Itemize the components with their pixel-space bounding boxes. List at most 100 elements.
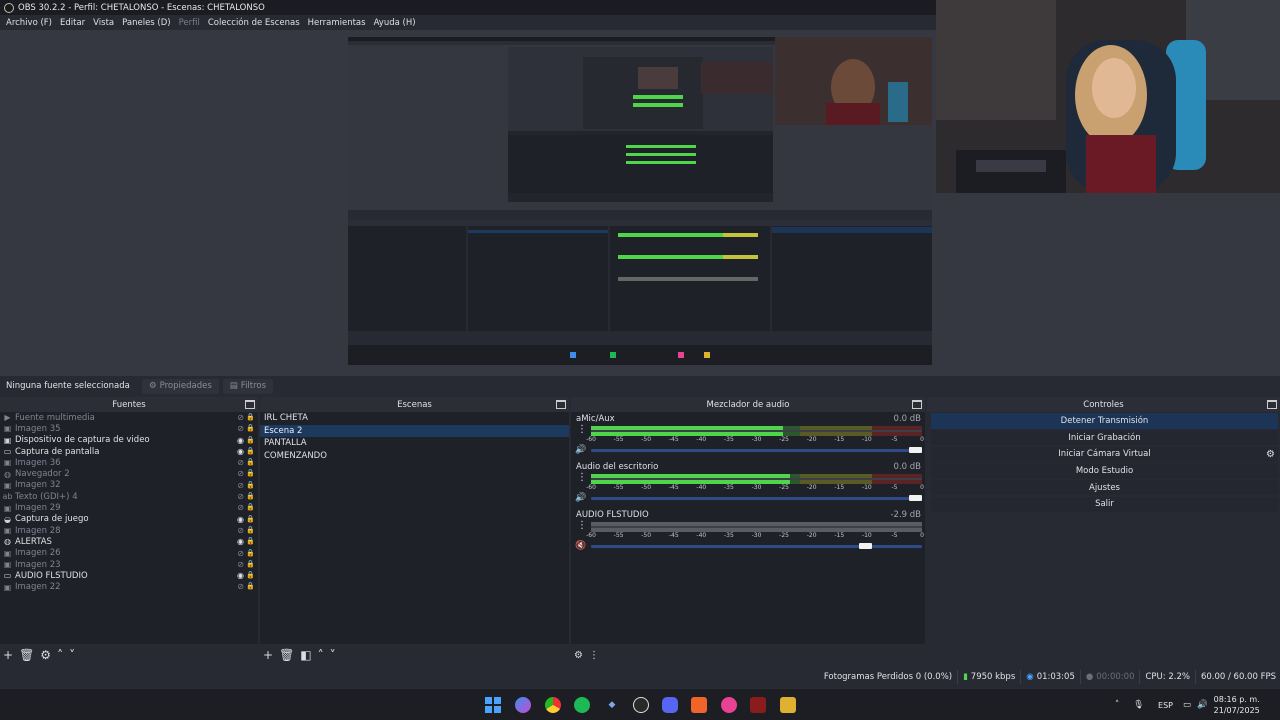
lock-icon[interactable]: 🔒 [246,503,255,511]
obs-icon[interactable] [633,697,649,713]
discord-icon[interactable] [662,697,678,713]
lock-icon[interactable]: 🔒 [246,424,255,432]
eye-icon[interactable]: ◉ [237,447,244,456]
add-scene-icon[interactable]: + [263,648,273,662]
source-item[interactable]: ▭ Captura de pantalla ◉ 🔒 [0,446,258,457]
mixer-menu-icon[interactable]: ⋮ [589,650,599,661]
lock-icon[interactable]: 🔒 [246,582,255,590]
advanced-audio-icon[interactable]: ⚙ [574,650,583,661]
filters-button[interactable]: ▤ Filtros [222,378,274,394]
source-item[interactable]: ▣ Imagen 36 ⊘ 🔒 [0,457,258,468]
eye-hidden-icon[interactable]: ⊘ [237,503,244,512]
spotify-icon[interactable] [574,697,590,713]
scene-item[interactable]: IRL CHETA [260,412,569,425]
chrome-icon[interactable] [545,697,561,713]
channel-menu-icon[interactable]: ⋮ [577,425,587,435]
undock-icon[interactable] [1267,400,1277,409]
gear-icon[interactable]: ⚙ [1266,449,1275,460]
control-button[interactable]: Detener Transmisión [931,413,1278,429]
preview-canvas[interactable] [348,37,932,365]
move-up-icon[interactable]: ˄ [318,648,324,662]
control-button[interactable]: Ajustes [931,479,1278,496]
network-icon[interactable]: ▭ [1183,700,1191,710]
lock-icon[interactable]: 🔒 [246,537,255,545]
source-item[interactable]: ▣ Dispositivo de captura de video ◉ 🔒 [0,435,258,446]
volume-icon[interactable]: 🔊 [1197,700,1208,710]
volume-slider[interactable] [591,447,922,453]
source-item[interactable]: ▣ Imagen 22 ⊘ 🔒 [0,581,258,592]
eye-hidden-icon[interactable]: ⊘ [237,582,244,591]
scene-item[interactable]: Escena 2 [260,424,569,437]
lock-icon[interactable]: 🔒 [246,436,255,444]
lock-icon[interactable]: 🔒 [246,515,255,523]
menu-view[interactable]: Vista [89,18,118,28]
remove-source-icon[interactable]: 🗑 [19,648,34,662]
menu-profile[interactable]: Perfil [175,18,204,28]
lock-icon[interactable]: 🔒 [246,469,255,477]
scene-filters-icon[interactable]: ◧ [300,648,311,662]
move-down-icon[interactable]: ˅ [330,648,336,662]
windows-start-icon[interactable] [485,697,501,713]
scene-item[interactable]: COMENZANDO [260,450,569,463]
lock-icon[interactable]: 🔒 [246,481,255,489]
volume-slider-handle[interactable] [859,543,873,549]
fl-studio-icon[interactable] [750,697,766,713]
microphone-icon[interactable]: 🎙 [1133,700,1144,710]
source-item[interactable]: ▣ Imagen 35 ⊘ 🔒 [0,423,258,434]
channel-menu-icon[interactable]: ⋮ [577,521,587,531]
source-item[interactable]: ▣ Imagen 26 ⊘ 🔒 [0,548,258,559]
source-item[interactable]: ◍ ALERTAS ◉ 🔒 [0,536,258,547]
properties-button[interactable]: ⚙ Propiedades [142,378,219,394]
copilot-icon[interactable] [515,697,531,713]
undock-icon[interactable] [912,400,922,409]
speaker-icon[interactable]: 🔊 [575,493,586,503]
eye-hidden-icon[interactable]: ⊘ [237,424,244,433]
lock-icon[interactable]: 🔒 [246,571,255,579]
eye-icon[interactable]: ◉ [237,537,244,546]
eye-icon[interactable]: ◉ [237,515,244,524]
lock-icon[interactable]: 🔒 [246,526,255,534]
menu-tools[interactable]: Herramientas [304,18,370,28]
eye-hidden-icon[interactable]: ⊘ [237,526,244,535]
lock-icon[interactable]: 🔒 [246,549,255,557]
source-item[interactable]: ▣ Imagen 28 ⊘ 🔒 [0,525,258,536]
eye-hidden-icon[interactable]: ⊘ [237,560,244,569]
remove-scene-icon[interactable]: 🗑 [279,648,294,662]
menu-docks[interactable]: Paneles (D) [118,18,174,28]
source-item[interactable]: ▭ AUDIO FLSTUDIO ◉ 🔒 [0,570,258,581]
source-item[interactable]: ab Texto (GDI+) 4 ⊘ 🔒 [0,491,258,502]
osu-icon[interactable] [721,697,737,713]
speaker-muted-icon[interactable]: 🔇 [575,541,586,551]
undock-icon[interactable] [556,400,566,409]
speaker-icon[interactable]: 🔊 [575,445,586,455]
language-indicator[interactable]: ESP [1158,701,1173,710]
add-source-icon[interactable]: + [3,648,13,662]
move-up-icon[interactable]: ˄ [57,648,63,662]
source-properties-icon[interactable]: ⚙ [40,648,51,662]
tool-icon[interactable]: ◆ [604,697,620,713]
volume-slider[interactable] [591,495,922,501]
lock-icon[interactable]: 🔒 [246,492,255,500]
source-item[interactable]: ◍ Navegador 2 ⊘ 🔒 [0,468,258,479]
eye-hidden-icon[interactable]: ⊘ [237,492,244,501]
move-down-icon[interactable]: ˅ [69,648,75,662]
menu-file[interactable]: Archivo (F) [2,18,56,28]
eye-hidden-icon[interactable]: ⊘ [237,549,244,558]
menu-edit[interactable]: Editar [56,18,89,28]
eye-icon[interactable]: ◉ [237,436,244,445]
control-button[interactable]: Iniciar Grabación [931,429,1278,446]
tray-chevron-icon[interactable]: ˄ [1115,700,1119,710]
eye-hidden-icon[interactable]: ⊘ [237,413,244,422]
control-button[interactable]: Iniciar Cámara Virtual ⚙ [931,446,1278,463]
control-button[interactable]: Salir [931,496,1278,513]
lock-icon[interactable]: 🔒 [246,447,255,455]
menu-help[interactable]: Ayuda (H) [370,18,420,28]
lock-icon[interactable]: 🔒 [246,413,255,421]
lock-icon[interactable]: 🔒 [246,560,255,568]
brave-icon[interactable] [691,697,707,713]
menu-scene-collection[interactable]: Colección de Escenas [204,18,304,28]
volume-slider-handle[interactable] [909,447,922,453]
volume-slider-handle[interactable] [909,495,922,501]
source-item[interactable]: ▶ Fuente multimedia ⊘ 🔒 [0,412,258,423]
eye-hidden-icon[interactable]: ⊘ [237,481,244,490]
